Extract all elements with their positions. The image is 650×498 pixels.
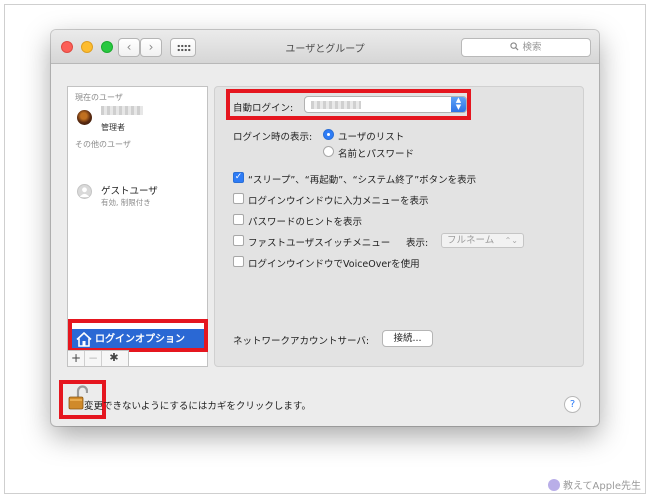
checkbox-voiceover[interactable]	[233, 256, 244, 267]
blurred-user-name	[101, 106, 143, 115]
title-bar: ‹ › ユーザとグループ 検索	[51, 30, 599, 64]
connect-button[interactable]: 接続...	[382, 330, 433, 347]
highlight-login-options	[68, 319, 208, 352]
checkbox-fast-user-switch[interactable]	[233, 235, 244, 246]
sidebar-toolbar: + − ✱	[67, 350, 129, 367]
remove-user-button[interactable]: −	[85, 351, 102, 366]
system-preferences-window: ‹ › ユーザとグループ 検索 現在のユーザ 管理者 その他のユーザ ゲストユー…	[51, 30, 599, 426]
password-hints-label: パスワードのヒントを表示	[248, 217, 363, 228]
display-label: 表示:	[406, 238, 429, 249]
search-field[interactable]: 検索	[461, 38, 591, 57]
search-icon	[510, 42, 519, 51]
voiceover-label: ログインウインドウでVoiceOverを使用	[248, 259, 420, 270]
network-server-label: ネットワークアカウントサーバ:	[233, 336, 370, 347]
checkbox-password-hints[interactable]	[233, 214, 244, 225]
input-menu-label: ログインウインドウに入力メニューを表示	[248, 196, 429, 207]
highlight-auto-login	[226, 89, 471, 120]
add-user-button[interactable]: +	[68, 351, 85, 366]
radio-name-password[interactable]	[323, 146, 334, 157]
display-select-value: フルネーム	[447, 235, 495, 246]
display-select[interactable]: フルネーム ⌃⌄	[441, 233, 524, 248]
guest-avatar-icon	[77, 184, 92, 199]
avatar	[77, 110, 92, 125]
other-users-section-label: その他のユーザ	[75, 140, 131, 149]
radio-name-password-label: 名前とパスワード	[338, 149, 415, 160]
radio-user-list[interactable]	[323, 129, 334, 140]
watermark-text: 教えてApple先生	[563, 481, 641, 492]
checkbox-input-menu[interactable]	[233, 193, 244, 204]
current-user-role: 管理者	[101, 123, 125, 132]
checkbox-sleep-buttons[interactable]: ✓	[233, 172, 244, 183]
guest-user-status: 有効, 制限付き	[101, 198, 151, 207]
watermark: 教えてApple先生	[548, 477, 641, 492]
guest-user-name: ゲストユーザ	[101, 186, 158, 197]
chevron-updown-icon: ⌃⌄	[504, 236, 518, 245]
current-user-section-label: 現在のユーザ	[75, 93, 123, 102]
sleep-buttons-label: “スリープ”、“再起動”、“システム終了”ボタンを表示	[248, 175, 477, 186]
help-button[interactable]: ?	[564, 396, 581, 413]
lock-instruction-text: 変更できないようにするにはカギをクリックします。	[84, 401, 311, 412]
gear-icon[interactable]: ✱	[102, 351, 126, 366]
login-display-label: ログイン時の表示:	[233, 132, 313, 143]
search-placeholder: 検索	[522, 42, 542, 53]
watermark-logo-icon	[548, 479, 560, 491]
fast-user-switch-label: ファストユーザスイッチメニュー	[248, 238, 391, 249]
radio-user-list-label: ユーザのリスト	[338, 132, 405, 143]
